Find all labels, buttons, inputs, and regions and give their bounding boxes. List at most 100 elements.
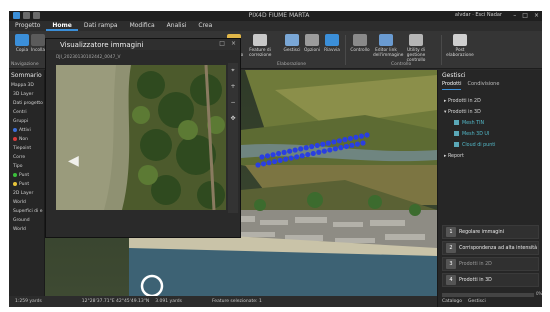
step-prodotti-2d[interactable]: 3 Prodotti in 2D <box>442 257 539 271</box>
user-label[interactable]: alvdar · Esci Nadar <box>455 12 502 18</box>
image-position-marker[interactable] <box>321 148 327 154</box>
image-position-marker[interactable] <box>277 157 283 163</box>
image-position-marker[interactable] <box>325 140 331 146</box>
image-position-marker[interactable] <box>336 138 342 144</box>
locate-icon[interactable]: ⌖ <box>228 63 238 79</box>
image-position-marker[interactable] <box>314 142 320 149</box>
step-corrispondenza[interactable]: 2 Corrispondenza ad alta intensità <box>442 241 539 255</box>
image-position-marker[interactable] <box>299 153 305 159</box>
menu-dati-rampa[interactable]: Dati rampa <box>78 21 124 31</box>
sommario-item[interactable]: World <box>9 198 44 207</box>
redo-icon[interactable] <box>33 12 40 19</box>
previous-image-icon[interactable]: ◀ <box>68 153 79 169</box>
tree-mesh-tin[interactable]: Mesh TIN <box>438 118 542 129</box>
sommario-item[interactable]: Dati progetto <box>9 99 44 108</box>
sommario-item[interactable]: Corre <box>9 153 44 162</box>
save-icon[interactable] <box>13 12 20 19</box>
image-position-marker[interactable] <box>264 153 271 159</box>
opzioni-button[interactable]: Opzioni <box>301 34 323 62</box>
image-position-marker[interactable] <box>320 141 326 147</box>
menu-home[interactable]: Home <box>46 21 78 31</box>
image-position-marker[interactable] <box>281 149 287 155</box>
sommario-item[interactable]: Tipo <box>9 162 44 171</box>
sommario-item[interactable]: Ground <box>9 216 44 225</box>
tree-prodotti-3d[interactable]: ▾ Prodotti in 3D <box>438 107 542 118</box>
tree-report[interactable]: ▸ Report <box>438 151 542 162</box>
image-position-marker[interactable] <box>260 161 267 167</box>
controllo-button[interactable]: Controllo <box>349 34 371 62</box>
image-position-marker[interactable] <box>283 156 289 162</box>
utility-controllo-button[interactable]: Utility di gestione controllo <box>401 34 431 63</box>
sommario-item[interactable]: 3D Layer <box>9 90 44 99</box>
image-position-marker[interactable] <box>266 160 272 166</box>
image-position-marker[interactable] <box>292 147 298 153</box>
sommario-item[interactable]: Gruppi <box>9 117 44 126</box>
image-position-marker[interactable] <box>316 149 322 155</box>
image-position-marker[interactable] <box>288 155 294 161</box>
image-position-marker[interactable] <box>364 132 370 138</box>
sommario-item[interactable]: World <box>9 225 44 234</box>
step-regolare-immagini[interactable]: 1 Regolare immagini <box>442 225 539 239</box>
image-position-marker[interactable] <box>360 140 366 146</box>
image-position-marker[interactable] <box>331 139 337 145</box>
menu-crea[interactable]: Crea <box>192 21 218 31</box>
sommario-item[interactable]: 2D Layer <box>9 189 44 198</box>
feature-correzione-button[interactable]: Feature di correzione <box>249 34 271 62</box>
image-position-marker[interactable] <box>349 142 355 148</box>
image-viewer-header[interactable]: Visualizzatore immagini <box>46 39 240 50</box>
image-position-marker[interactable] <box>298 146 304 152</box>
image-viewer-window[interactable]: Visualizzatore immagini □ × DJI_20230130… <box>45 38 241 238</box>
sommario-item[interactable]: Non <box>9 135 44 144</box>
editor-link-button[interactable]: Editor link dell'immagine <box>373 34 403 62</box>
tree-mesh-3d[interactable]: Mesh 3D UI <box>438 129 542 140</box>
image-position-marker[interactable] <box>255 162 261 168</box>
tab-prodotti[interactable]: Prodotti <box>442 81 462 90</box>
image-position-marker[interactable] <box>343 143 350 150</box>
riavvia-button[interactable]: Riavvia <box>321 34 343 62</box>
gestisci-button[interactable]: Gestisci <box>281 34 303 62</box>
sommario-item[interactable]: Mappa 3D <box>9 81 44 90</box>
image-position-marker[interactable] <box>275 150 282 157</box>
image-position-marker[interactable] <box>287 148 293 154</box>
zoom-out-icon[interactable]: − <box>228 95 238 111</box>
close-icon[interactable]: × <box>534 12 539 19</box>
drone-image[interactable]: ◀ <box>56 65 226 210</box>
sommario-item[interactable]: Centri <box>9 108 44 117</box>
tree-prodotti-2d[interactable]: ▸ Prodotti in 2D <box>438 96 542 107</box>
image-position-marker[interactable] <box>358 133 365 139</box>
image-position-marker[interactable] <box>303 145 309 151</box>
map-scale[interactable]: 1:259 yards <box>15 299 42 304</box>
sommario-item[interactable]: Attivi <box>9 126 44 135</box>
image-position-marker[interactable] <box>347 135 354 142</box>
image-position-marker[interactable] <box>270 152 276 158</box>
image-position-marker[interactable] <box>354 141 361 147</box>
image-position-marker[interactable] <box>305 151 311 158</box>
restore-icon[interactable]: □ <box>219 40 225 47</box>
menu-progetto[interactable]: Progetto <box>9 21 46 31</box>
tree-point-cloud[interactable]: Cloud di punti <box>438 140 542 151</box>
zoom-in-icon[interactable]: + <box>228 79 238 95</box>
tab-gestisci[interactable]: Gestisci <box>468 299 486 307</box>
image-position-marker[interactable] <box>310 150 316 157</box>
step-prodotti-3d[interactable]: 4 Prodotti in 3D <box>442 273 539 287</box>
image-position-marker[interactable] <box>342 137 348 143</box>
image-position-marker[interactable] <box>327 147 333 153</box>
maximize-icon[interactable]: □ <box>522 12 528 19</box>
image-position-marker[interactable] <box>309 143 315 150</box>
image-position-marker[interactable] <box>353 134 359 140</box>
minimize-icon[interactable]: – <box>513 12 516 19</box>
sommario-item[interactable]: Punt <box>9 171 44 180</box>
close-icon[interactable]: × <box>231 40 236 47</box>
tab-condivisione[interactable]: Condivisione <box>467 81 499 90</box>
image-position-marker[interactable] <box>338 145 344 151</box>
sommario-item[interactable]: Superfici di e <box>9 207 44 216</box>
menu-modifica[interactable]: Modifica <box>124 21 161 31</box>
post-elaborazione-button[interactable]: Post elaborazione <box>445 34 475 62</box>
sommario-item[interactable]: Punt <box>9 180 44 189</box>
image-position-marker[interactable] <box>332 146 338 152</box>
image-position-marker[interactable] <box>271 158 278 165</box>
undo-icon[interactable] <box>23 12 30 19</box>
tab-catalogo[interactable]: Catalogo <box>442 299 462 307</box>
sommario-item[interactable]: Tiepoint <box>9 144 44 153</box>
image-position-marker[interactable] <box>294 154 300 160</box>
